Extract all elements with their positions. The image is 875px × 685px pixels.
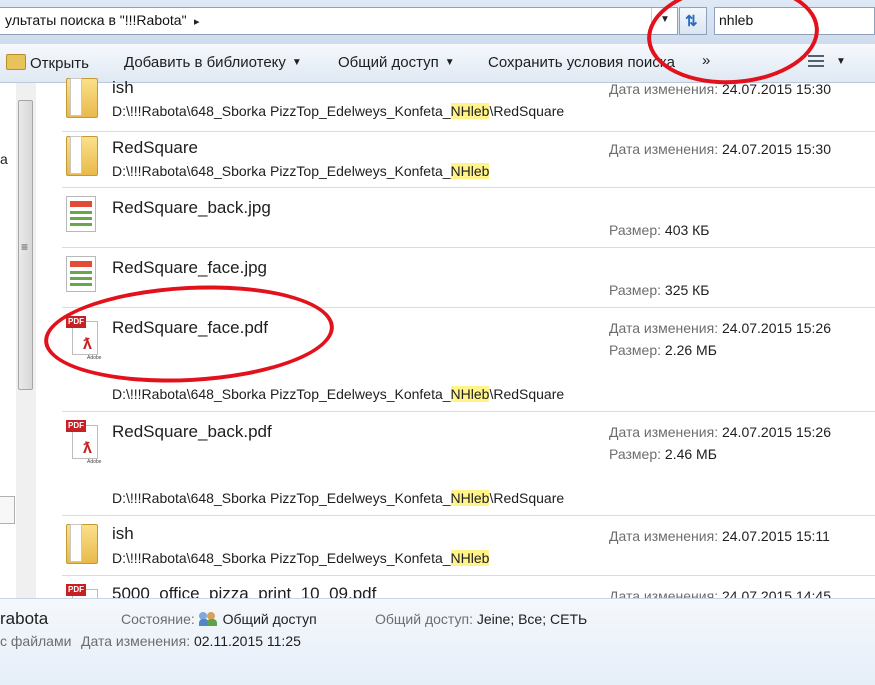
refresh-button[interactable]: ⇅ [679,7,707,35]
list-item[interactable]: ƛ Adobe PDF RedSquare_face.pdf Дата измен… [62,308,875,412]
chevron-down-icon: ▼ [291,57,302,68]
item-name: RedSquare_back.pdf [112,422,272,441]
item-path: D:\!!!Rabota\648_Sborka PizzTop_Edelweys… [112,163,490,179]
image-thumbnail-icon [66,256,96,292]
search-highlight: NHleb [450,163,490,179]
address-history-dropdown[interactable]: ▼ [651,8,678,34]
save-search-button[interactable]: Сохранить условия поиска [488,54,675,71]
item-name: RedSquare_face.pdf [112,318,268,337]
item-size: Размер: 325 КБ [609,282,710,298]
item-date: Дата изменения: 24.07.2015 14:45 [609,588,831,598]
breadcrumb-separator-icon[interactable]: ▸ [194,15,200,28]
list-item[interactable]: RedSquare D:\!!!Rabota\648_Sborka PizzTo… [62,132,875,188]
pdf-file-icon: ƛ Adobe PDF [66,420,102,465]
scrollbar-grip-icon: ≡ [21,240,29,254]
item-date: Дата изменения: 24.07.2015 15:30 [609,81,831,97]
search-box[interactable] [714,7,875,35]
save-search-label: Сохранить условия поиска [488,54,676,71]
address-bar: ультаты поиска в "!!!Rabota" ▸ ▼ ⇅ [0,0,875,44]
chevron-down-icon: ▼ [660,14,670,25]
users-icon [198,612,217,626]
view-options-icon[interactable] [808,55,824,69]
item-name: RedSquare [112,138,199,157]
search-input[interactable] [719,12,859,28]
search-highlight: NHleb [450,103,490,119]
refresh-arrows-icon: ⇅ [685,13,698,30]
search-highlight: NHleb [450,386,490,402]
folder-icon [66,136,98,176]
item-date: Дата изменения: 24.07.2015 15:26 [609,320,831,336]
pdf-file-icon: PDF [66,584,100,598]
item-name: RedSquare_back.jpg [112,198,271,217]
search-highlight: NHleb [450,490,490,506]
open-label: Открыть [30,55,89,72]
list-item[interactable]: RedSquare_face.jpg Размер: 325 КБ [62,248,875,308]
folder-open-icon [6,54,26,70]
item-size: Размер: 2.46 МБ [609,446,717,462]
list-item[interactable]: PDF 5000_office_pizza_print_10_09.pdf Да… [62,576,875,598]
image-thumbnail-icon [66,196,96,232]
list-item[interactable]: ish D:\!!!Rabota\648_Sborka PizzTop_Edel… [62,76,875,132]
item-name: 5000_office_pizza_print_10_09.pdf [112,584,377,598]
item-name: RedSquare_face.jpg [112,258,268,277]
item-size: Размер: 403 КБ [609,222,710,238]
item-name: ish [112,78,134,97]
share-label: Общий доступ [338,54,439,71]
folder-icon [66,524,98,564]
nav-item-fragment[interactable]: а [0,151,8,167]
item-path: D:\!!!Rabota\648_Sborka PizzTop_Edelweys… [112,550,490,566]
add-to-library-label: Добавить в библиотеку [124,54,286,71]
item-date: Дата изменения: 24.07.2015 15:26 [609,424,831,440]
folder-icon [66,78,98,118]
selected-folder-name: rabota [0,609,49,628]
item-size: Размер: 2.26 МБ [609,342,717,358]
search-highlight: NHleb [450,550,490,566]
pdf-file-icon: ƛ Adobe PDF [66,316,102,361]
item-date: Дата изменения: 24.07.2015 15:30 [609,141,831,157]
chevron-down-icon: ▼ [444,57,455,68]
details-date-field: Дата изменения: 02.11.2015 11:25 [81,633,301,649]
list-item[interactable]: ƛ Adobe PDF RedSquare_back.pdf Дата измен… [62,412,875,516]
open-button[interactable]: Открыть [6,54,89,72]
details-pane: rabota с файлами Состояние: Общий доступ… [0,598,875,685]
address-path[interactable]: ультаты поиска в "!!!Rabota" [5,12,187,28]
add-to-library-button[interactable]: Добавить в библиотеку ▼ [124,54,302,71]
item-path: D:\!!!Rabota\648_Sborka PizzTop_Edelweys… [112,103,565,119]
share-button[interactable]: Общий доступ ▼ [338,54,455,71]
item-date: Дата изменения: 24.07.2015 15:11 [609,528,830,544]
chevron-down-icon[interactable]: ▼ [836,56,846,67]
shared-with-field: Общий доступ: Jeine; Все; СЕТЬ [375,611,588,627]
state-field: Состояние: Общий доступ [121,611,317,627]
selected-folder-type: с файлами [0,633,72,649]
list-item[interactable]: ish D:\!!!Rabota\648_Sborka PizzTop_Edel… [62,516,875,576]
list-item[interactable]: RedSquare_back.jpg Размер: 403 КБ [62,188,875,248]
item-path: D:\!!!Rabota\648_Sborka PizzTop_Edelweys… [112,386,565,402]
item-name: ish [112,524,134,543]
item-path: D:\!!!Rabota\648_Sborka PizzTop_Edelweys… [112,490,565,506]
more-commands-button[interactable]: » [702,52,710,69]
address-field[interactable]: ультаты поиска в "!!!Rabota" ▸ ▼ [0,7,678,35]
navigation-item-box[interactable] [0,496,15,524]
